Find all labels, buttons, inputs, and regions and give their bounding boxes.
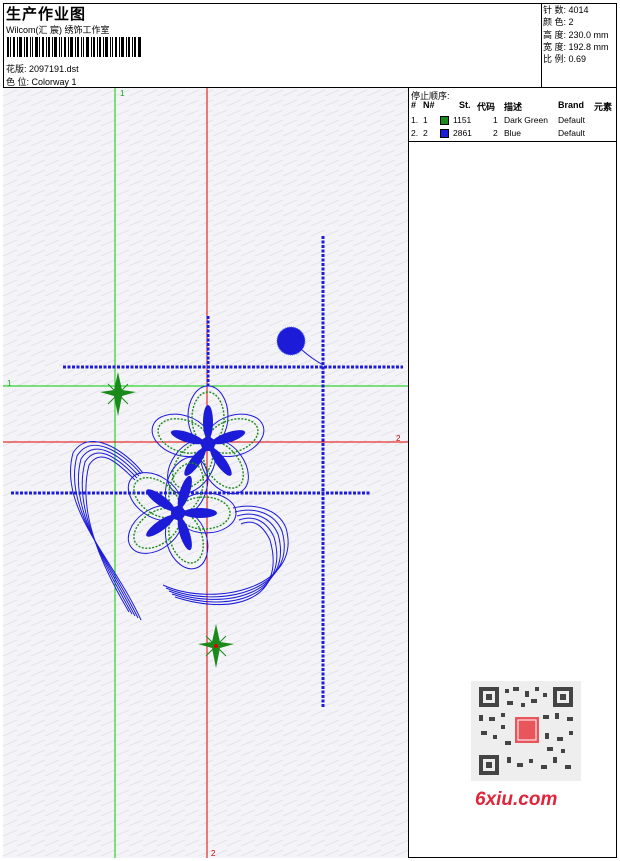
- col-needle: N#: [423, 100, 435, 110]
- col-element: 元素: [594, 102, 613, 112]
- fabric-background: [3, 88, 408, 858]
- design-file-line: 花版: 2097191.dst: [6, 62, 79, 75]
- design-stats: 针 数: 4014 颜 色: 2 高 度: 230.0 mm 宽 度: 192.…: [541, 3, 617, 88]
- red-vertical-guide-label: 2: [211, 849, 216, 858]
- col-code: 代码: [477, 102, 496, 112]
- col-stitches: St.: [459, 100, 471, 110]
- stat-colors: 颜 色: 2: [543, 17, 574, 28]
- green-vertical-guide-label: 1: [120, 89, 125, 98]
- stop-row: 2. 2 2861 2 Blue Default: [411, 128, 585, 138]
- page-title: 生产作业图: [6, 5, 87, 23]
- watermark-logo: 6xiu.com: [475, 789, 558, 810]
- color-swatch: [440, 116, 449, 125]
- qr-code-watermark: [471, 681, 581, 781]
- red-horizontal-guide-label: 2: [396, 434, 401, 443]
- stop-row: 1. 1 1151 1 Dark Green Default: [411, 115, 585, 125]
- stat-scale: 比 例: 0.69: [543, 54, 587, 65]
- col-index: #: [411, 100, 417, 110]
- color-swatch: [440, 129, 449, 138]
- barcode: [7, 37, 141, 57]
- design-value: 2097191.dst: [29, 64, 79, 74]
- colorway-label: 色 位:: [6, 77, 30, 87]
- col-brand: Brand: [558, 100, 585, 110]
- studio-name: Wilcom(汇 宸) 绣饰工作室: [6, 25, 110, 35]
- stop-sequence-header: # N# St. 代码 描述 Brand 元素: [409, 100, 617, 112]
- panel-divider: [409, 141, 617, 142]
- stat-height: 高 度: 230.0 mm: [543, 29, 609, 40]
- stat-width: 宽 度: 192.8 mm: [543, 41, 609, 52]
- colorway-line: 色 位: Colorway 1: [6, 75, 77, 88]
- design-preview: 1 1 2 2: [3, 88, 409, 858]
- green-horizontal-guide-label: 1: [7, 379, 12, 388]
- col-description: 描述: [504, 102, 523, 112]
- stat-stitches: 针 数: 4014: [543, 5, 589, 15]
- design-canvas-svg: 1 1 2 2: [3, 88, 408, 858]
- design-label: 花版:: [6, 64, 27, 74]
- colorway-value: Colorway 1: [31, 77, 77, 87]
